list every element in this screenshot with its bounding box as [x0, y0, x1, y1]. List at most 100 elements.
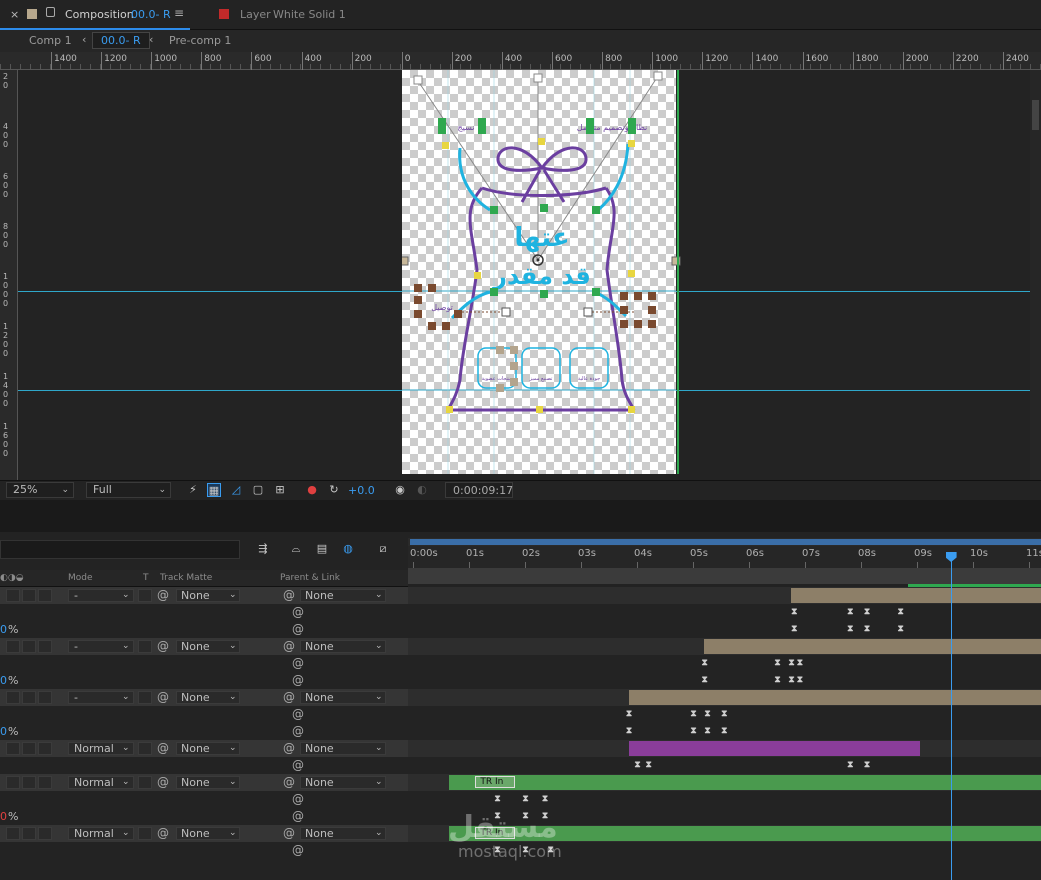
- track-matte-toggle[interactable]: [138, 640, 152, 653]
- motion-blur-icon[interactable]: ◍: [341, 542, 355, 556]
- keyframe[interactable]: ⧗: [703, 727, 712, 736]
- keyframe[interactable]: ⧗: [689, 710, 698, 719]
- property-pickwhip-icon[interactable]: @: [292, 706, 304, 723]
- pickwhip-icon[interactable]: @: [157, 740, 169, 757]
- viewer-scrollbar[interactable]: [1030, 70, 1041, 480]
- ruler-horizontal[interactable]: 1400 1200 1000 800 600 400 200 0 200 400 600 800 100…: [0, 52, 1041, 70]
- keyframe[interactable]: ⧗: [863, 625, 872, 634]
- property-pickwhip-icon[interactable]: @: [292, 723, 304, 740]
- layer-row[interactable]: - ⌄ @ None ⌄ @ None ⌄: [0, 638, 408, 655]
- parent-pickwhip-icon[interactable]: @: [283, 587, 295, 604]
- layer-switch-quality[interactable]: [38, 589, 52, 602]
- keyframe[interactable]: ⧗: [644, 761, 653, 770]
- layer-switch-shy[interactable]: [6, 589, 20, 602]
- keyframe[interactable]: ⧗: [700, 659, 709, 668]
- graph-editor-icon[interactable]: ⧄: [376, 542, 390, 556]
- region-of-interest-icon[interactable]: ▢: [251, 483, 265, 497]
- keyframe[interactable]: ⧗: [773, 659, 782, 668]
- time-navigator-range[interactable]: [410, 539, 1041, 545]
- pickwhip-icon[interactable]: @: [157, 774, 169, 791]
- track-matte-toggle[interactable]: [138, 776, 152, 789]
- keyframe[interactable]: ⧗: [896, 625, 905, 634]
- transparency-grid-icon[interactable]: ▦: [207, 483, 221, 497]
- layer-duration-bar[interactable]: [791, 588, 1041, 603]
- keyframe[interactable]: ⧗: [633, 761, 642, 770]
- pickwhip-icon[interactable]: @: [157, 689, 169, 706]
- property-value[interactable]: 0: [0, 723, 7, 740]
- keyframe[interactable]: ⧗: [846, 608, 855, 617]
- layer-row[interactable]: Normal ⌄ @ None ⌄ @ None ⌄: [0, 774, 408, 791]
- keyframe[interactable]: ⧗: [720, 727, 729, 736]
- close-tab-icon[interactable]: ×: [10, 8, 19, 21]
- layer-switch-quality[interactable]: [38, 827, 52, 840]
- panel-menu-icon[interactable]: ≡: [174, 6, 184, 20]
- keyframe[interactable]: ⧗: [863, 761, 872, 770]
- mask-visibility-icon[interactable]: ◿: [229, 483, 243, 497]
- keyframe[interactable]: ⧗: [846, 625, 855, 634]
- layer-tab-name[interactable]: White Solid 1: [273, 8, 346, 21]
- layer-row[interactable]: Normal ⌄ @ None ⌄ @ None ⌄: [0, 740, 408, 757]
- layer-switch-shy[interactable]: [6, 640, 20, 653]
- layer-switch-quality[interactable]: [38, 776, 52, 789]
- grid-guides-icon[interactable]: ⊞: [273, 483, 287, 497]
- playhead-line[interactable]: [945, 552, 957, 880]
- reset-exposure-icon[interactable]: ↻: [327, 483, 341, 497]
- parent-pickwhip-icon[interactable]: @: [283, 638, 295, 655]
- keyframe[interactable]: ⧗: [625, 727, 634, 736]
- layer-marker[interactable]: TR In: [475, 776, 516, 788]
- breadcrumb-current[interactable]: 00.0- R: [101, 34, 141, 47]
- column-track-matte[interactable]: Track Matte: [160, 573, 212, 583]
- layer-duration-bar[interactable]: [704, 639, 1041, 654]
- property-pickwhip-icon[interactable]: @: [292, 621, 304, 638]
- layer-switch-quality[interactable]: [38, 742, 52, 755]
- keyframe[interactable]: ⧗: [700, 676, 709, 685]
- keyframe[interactable]: ⧗: [790, 608, 799, 617]
- property-value[interactable]: 0: [0, 808, 7, 825]
- keyframe[interactable]: ⧗: [896, 608, 905, 617]
- track-matte-toggle[interactable]: [138, 827, 152, 840]
- keyframe[interactable]: ⧗: [541, 795, 550, 804]
- zoom-dropdown[interactable]: 25% ⌄: [6, 482, 74, 498]
- color-channels-icon[interactable]: ●: [305, 483, 319, 497]
- column-mode[interactable]: Mode: [68, 573, 93, 583]
- parent-pickwhip-icon[interactable]: @: [283, 774, 295, 791]
- property-value[interactable]: 0: [0, 672, 7, 689]
- track-matte-toggle[interactable]: [138, 742, 152, 755]
- property-pickwhip-icon[interactable]: @: [292, 791, 304, 808]
- layer-switch-collapse[interactable]: [22, 776, 36, 789]
- keyframe[interactable]: ⧗: [625, 710, 634, 719]
- keyframe[interactable]: ⧗: [846, 761, 855, 770]
- exposure-value[interactable]: +0.0: [348, 484, 375, 497]
- parent-pickwhip-icon[interactable]: @: [283, 689, 295, 706]
- parent-pickwhip-icon[interactable]: @: [283, 825, 295, 842]
- layer-switch-collapse[interactable]: [22, 827, 36, 840]
- keyframe[interactable]: ⧗: [773, 676, 782, 685]
- pickwhip-icon[interactable]: @: [157, 825, 169, 842]
- keyframe[interactable]: ⧗: [795, 659, 804, 668]
- work-area-bar[interactable]: [408, 568, 1041, 584]
- property-pickwhip-icon[interactable]: @: [292, 604, 304, 621]
- snapshot-camera-icon[interactable]: ◉: [393, 483, 407, 497]
- layer-switch-quality[interactable]: [38, 640, 52, 653]
- layer-switch-quality[interactable]: [38, 691, 52, 704]
- column-parent-link[interactable]: Parent & Link: [280, 573, 340, 583]
- property-pickwhip-icon[interactable]: @: [292, 655, 304, 672]
- frame-blending-icon[interactable]: ▤: [315, 542, 329, 556]
- resolution-dropdown[interactable]: Full ⌄: [86, 482, 171, 498]
- layer-switch-collapse[interactable]: [22, 640, 36, 653]
- track-matte-toggle[interactable]: [138, 589, 152, 602]
- property-pickwhip-icon[interactable]: @: [292, 808, 304, 825]
- draft-3d-icon[interactable]: ⇶: [256, 542, 270, 556]
- layer-switch-shy[interactable]: [6, 827, 20, 840]
- layer-duration-bar[interactable]: [449, 775, 1041, 790]
- scroll-thumb[interactable]: [1032, 100, 1039, 130]
- pickwhip-icon[interactable]: @: [157, 587, 169, 604]
- breadcrumb-comp-1[interactable]: Comp 1: [29, 34, 72, 47]
- keyframe[interactable]: ⧗: [863, 608, 872, 617]
- keyframe[interactable]: ⧗: [790, 625, 799, 634]
- parent-pickwhip-icon[interactable]: @: [283, 740, 295, 757]
- property-pickwhip-icon[interactable]: @: [292, 672, 304, 689]
- layer-search-input[interactable]: [0, 540, 240, 559]
- property-pickwhip-icon[interactable]: @: [292, 757, 304, 774]
- keyframe[interactable]: ⧗: [703, 710, 712, 719]
